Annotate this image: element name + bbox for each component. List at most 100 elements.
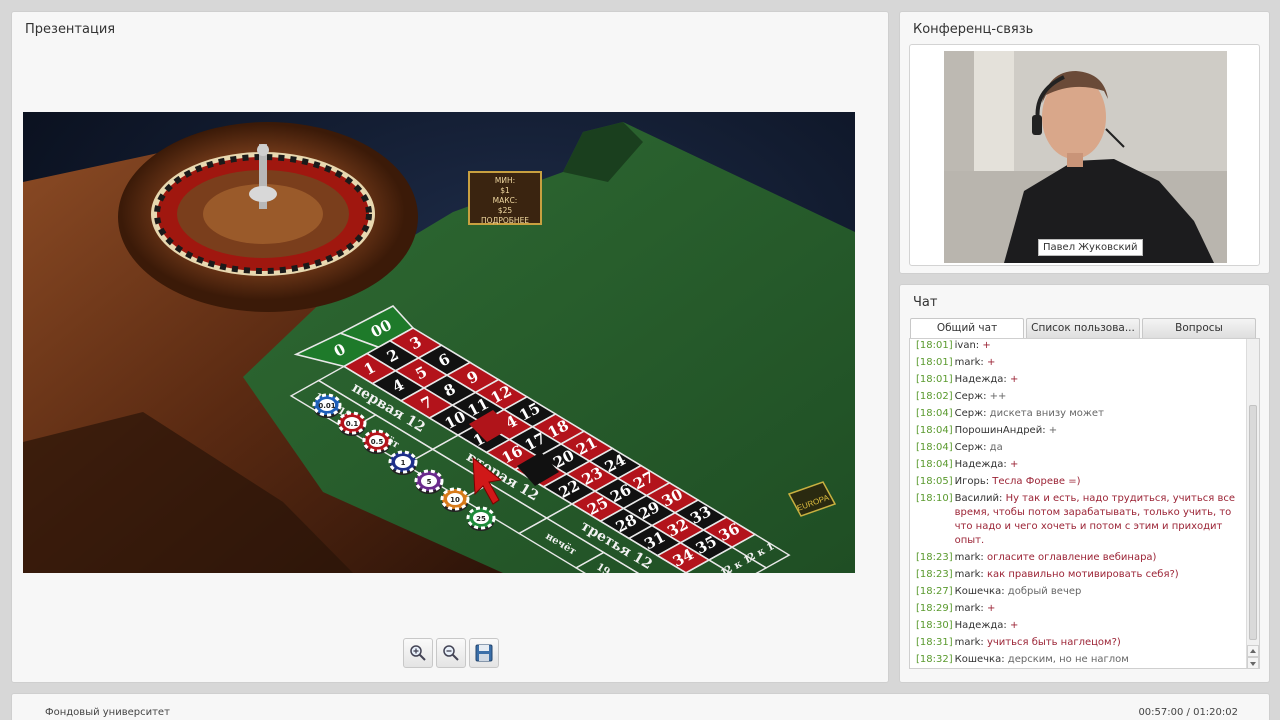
message-author: ПорошинАндрей:: [954, 425, 1049, 436]
chat-message: [18:10] Василий: Ну так и есть, надо труд…: [916, 492, 1244, 548]
chat-message: [18:02] Серж: ++: [916, 390, 1244, 404]
chip-value: 0.1: [346, 420, 359, 428]
message-time: [18:04]: [916, 408, 953, 419]
presentation-slide: МИН: $1 МАКС: $25 ПОДРОБНЕЕ 00 0 3 6 9 12 15 18 21 2…: [23, 112, 855, 573]
sign-line: $1: [500, 186, 510, 195]
message-time: [18:10]: [916, 493, 953, 504]
message-text: Тесла Фореве =): [992, 476, 1081, 487]
sign-line: МАКС:: [493, 196, 518, 205]
message-text: +: [1048, 425, 1058, 436]
chip: 25: [466, 506, 496, 531]
table-limit-sign: МИН:$1МАКС:$25ПОДРОБНЕЕ: [468, 171, 542, 225]
message-author: Серж:: [954, 391, 990, 402]
message-author: Надежда:: [954, 620, 1010, 631]
tab-user-list[interactable]: Список пользова...: [1026, 318, 1140, 338]
chat-title: Чат: [913, 295, 938, 310]
message-author: mark:: [954, 637, 987, 648]
chat-tabs: Общий чат Список пользова... Вопросы: [910, 318, 1256, 338]
message-author: Надежда:: [954, 459, 1010, 470]
message-author: mark:: [954, 552, 987, 563]
presentation-panel: Презентация МИН: $1 МАКС: $25 ПОДРОБНЕЕ …: [11, 11, 889, 683]
presentation-title: Презентация: [25, 22, 116, 37]
chat-message: [18:01] mark: +: [916, 356, 1244, 370]
message-time: [18:01]: [916, 357, 953, 368]
save-icon: [475, 644, 493, 662]
conference-title: Конференц-связь: [913, 22, 1034, 37]
chip-value: 0.01: [318, 402, 335, 410]
chat-scrollbar[interactable]: [1246, 339, 1259, 668]
message-time: [18:01]: [916, 374, 953, 385]
chip: 0.5: [362, 429, 392, 454]
message-author: Василий:: [954, 493, 1006, 504]
chat-message: [18:23] mark: огласите оглавление вебинар…: [916, 551, 1244, 565]
message-text: +: [986, 357, 996, 368]
message-text: добрый вечер: [1007, 586, 1082, 597]
video-feed: Павел Жуковский: [944, 51, 1227, 263]
sign-line: $25: [498, 206, 513, 215]
chevron-up-icon: [1250, 649, 1256, 653]
message-text: учиться быть наглецом?): [986, 637, 1121, 648]
scroll-down-button[interactable]: [1247, 657, 1259, 668]
chat-message: [18:31] mark: учиться быть наглецом?): [916, 636, 1244, 650]
chip: 10: [440, 487, 470, 512]
scroll-up-button[interactable]: [1247, 645, 1259, 657]
message-author: ivan:: [954, 340, 983, 351]
footer-bar: Фондовый университет 00:57:00 / 01:20:02: [11, 693, 1270, 720]
message-time: [18:30]: [916, 620, 953, 631]
message-author: Серж:: [954, 408, 990, 419]
message-author: Надежда:: [954, 374, 1010, 385]
message-time: [18:01]: [916, 340, 953, 351]
message-time: [18:23]: [916, 569, 953, 580]
presenter-video-image: [944, 51, 1227, 263]
message-text: дискета внизу может: [989, 408, 1104, 419]
playback-time: 00:57:00 / 01:20:02: [1138, 707, 1238, 718]
chip: 5: [414, 469, 444, 494]
chat-message-list[interactable]: [18:01] ivan: + [18:01] mark: + [18:01] Надеж…: [909, 338, 1260, 669]
video-frame: Павел Жуковский: [909, 44, 1260, 266]
message-text: +: [982, 340, 991, 351]
chat-message: [18:32] Кошечка: дерским, но не наглом: [916, 653, 1244, 667]
chat-message: [18:04] Серж: дискета внизу может: [916, 407, 1244, 421]
chip-value: 10: [450, 496, 460, 504]
chip: 1: [388, 450, 418, 475]
message-text: да: [989, 442, 1003, 453]
conference-panel: Конференц-связь Павел Жуковский: [899, 11, 1270, 274]
message-text: +: [1009, 374, 1019, 385]
chat-message: [18:05] Игорь: Тесла Фореве =): [916, 475, 1244, 489]
message-text: как правильно мотивировать себя?): [986, 569, 1179, 580]
message-time: [18:05]: [916, 476, 953, 487]
chat-message: [18:04] ПорошинАндрей: +: [916, 424, 1244, 438]
zoom-in-icon: [410, 645, 426, 661]
chat-message: [18:04] Серж: да: [916, 441, 1244, 455]
message-author: Серж:: [954, 442, 990, 453]
chat-panel: Чат Общий чат Список пользова... Вопросы…: [899, 284, 1270, 683]
tab-questions[interactable]: Вопросы: [1142, 318, 1256, 338]
message-author: Кошечка:: [954, 654, 1008, 665]
chat-message: [18:01] Надежда: +: [916, 373, 1244, 387]
zoom-out-icon: [443, 645, 459, 661]
save-button[interactable]: [469, 638, 499, 668]
message-author: Игорь:: [954, 476, 993, 487]
sign-line: МИН:: [495, 176, 515, 185]
chip-value: 1: [401, 459, 406, 467]
chip: 0.1: [337, 411, 367, 436]
chat-message: [18:30] Надежда: +: [916, 619, 1244, 633]
message-text: дерским, но не наглом: [1007, 654, 1129, 665]
chat-scrollbar-thumb[interactable]: [1249, 405, 1257, 640]
message-author: Кошечка:: [954, 586, 1008, 597]
tab-general-chat[interactable]: Общий чат: [910, 318, 1024, 338]
message-time: [18:04]: [916, 459, 953, 470]
chip: 0.01: [312, 393, 342, 418]
message-author: mark:: [954, 603, 987, 614]
chat-message: [18:01] ivan: +: [916, 339, 1244, 353]
message-time: [18:04]: [916, 425, 953, 436]
zoom-in-button[interactable]: [403, 638, 433, 668]
zoom-out-button[interactable]: [436, 638, 466, 668]
message-time: [18:04]: [916, 442, 953, 453]
message-time: [18:23]: [916, 552, 953, 563]
chat-message: [18:23] mark: как правильно мотивировать …: [916, 568, 1244, 582]
chip-value: 25: [476, 515, 486, 523]
message-text: огласите оглавление вебинара): [986, 552, 1157, 563]
message-time: [18:31]: [916, 637, 953, 648]
message-time: [18:32]: [916, 654, 953, 665]
